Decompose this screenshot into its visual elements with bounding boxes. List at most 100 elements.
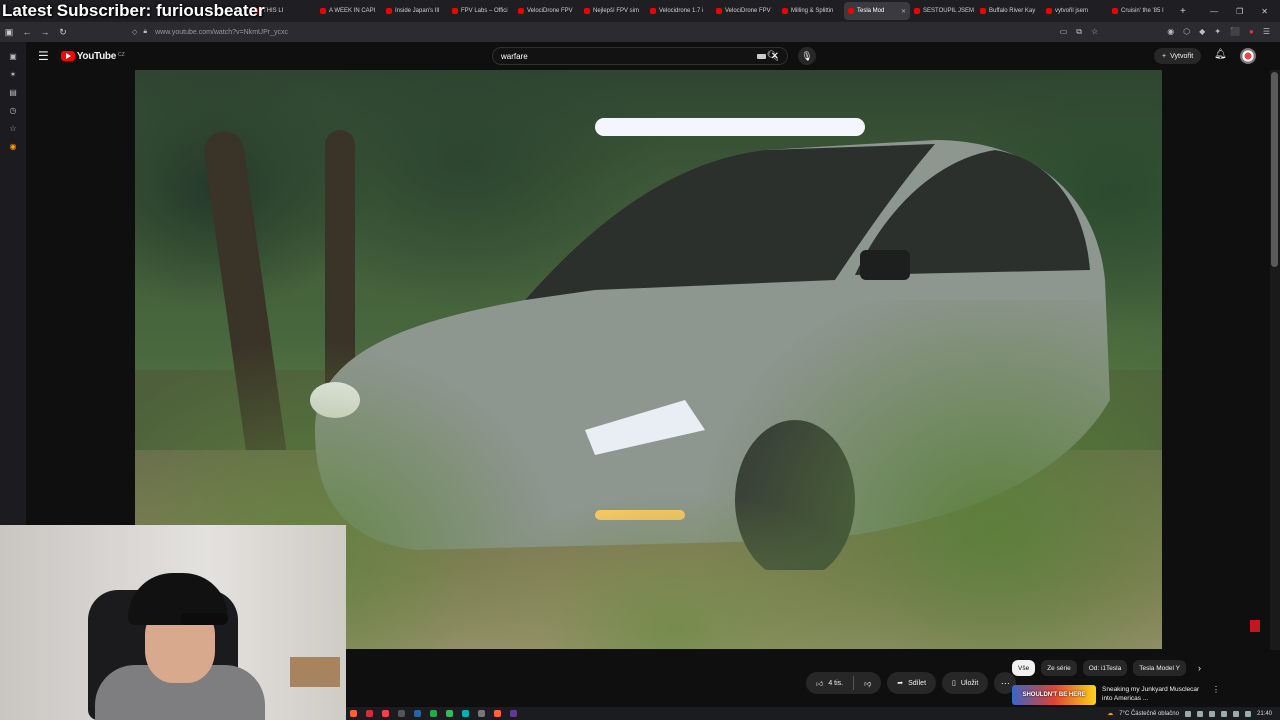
chip-topic[interactable]: Tesla Model Y (1133, 660, 1186, 676)
install-icon[interactable]: ▭ (1060, 27, 1068, 37)
like-count: 4 tis. (828, 679, 844, 687)
extension-icon-b[interactable]: ✦ (1214, 27, 1221, 37)
url-field[interactable]: www.youtube.com/watch?v=NkmUPr_ycxc (155, 29, 288, 36)
avatar[interactable] (1240, 48, 1256, 64)
browser-tab[interactable]: Tesla Mod ✕ (844, 2, 910, 20)
extension-icon-c[interactable]: ⬛ (1230, 27, 1240, 37)
clock[interactable]: 21:40 (1257, 711, 1272, 717)
browser-tab[interactable]: Milling & Splittin (778, 2, 844, 20)
browser-tab[interactable]: Nejlepší FPV sim (580, 2, 646, 20)
screenshot-icon[interactable]: ⧉ (1076, 27, 1082, 37)
reading-list-icon[interactable]: ▤ (9, 88, 17, 97)
video-actions: 👍︎ 4 tis. 👎︎ ➦ Sdílet ▯ Uložit ⋯ (806, 671, 1017, 695)
app-icon[interactable] (478, 710, 485, 717)
browser-tab[interactable]: FPV Labs – Offici (448, 2, 514, 20)
tab-favicon-icon (584, 8, 590, 14)
new-tab-button[interactable]: + (1180, 6, 1186, 17)
notifications-bell-icon[interactable]: 🔔︎ (1214, 49, 1227, 60)
search-icon[interactable]: 🔍︎ (764, 47, 782, 65)
tray-icon[interactable] (1184, 710, 1191, 717)
back-icon[interactable]: ← (18, 27, 36, 37)
browser-tab[interactable]: SESTOUPIL JSEM (910, 2, 976, 20)
recording-indicator (1250, 620, 1260, 632)
like-dislike-group: 👍︎ 4 tis. 👎︎ (806, 672, 882, 694)
search-input[interactable]: warfare ✕ (492, 47, 788, 65)
shield-icon[interactable]: ◇ (132, 28, 137, 36)
app-icon[interactable] (414, 710, 421, 717)
recommended-video[interactable]: SHOULDN'T BE HERE Sneaking my Junkyard M… (1012, 685, 1220, 705)
tab-favicon-icon (452, 8, 458, 14)
dislike-button[interactable]: 👎︎ (854, 679, 881, 688)
extension-icon-d[interactable]: ● (1249, 27, 1254, 37)
ai-icon[interactable]: ✶ (10, 70, 17, 79)
microphone-icon[interactable]: 🎙︎ (798, 47, 816, 65)
youtube-header: ☰ YouTube CZ warfare ✕ 🔍︎ 🎙︎ + Vytvořit … (26, 42, 1280, 70)
tray-icon[interactable] (1244, 710, 1251, 717)
menu-icon[interactable]: ☰ (1263, 27, 1270, 37)
restore-icon[interactable]: ❐ (1236, 7, 1243, 16)
chevron-right-icon[interactable]: › (1198, 663, 1201, 673)
app-icon[interactable] (398, 710, 405, 717)
browser-tab[interactable]: VelociDrone FPV (712, 2, 778, 20)
scrollbar-thumb[interactable] (1271, 72, 1278, 267)
browser-tab[interactable]: Inside Japan's Ill (382, 2, 448, 20)
browser-tab[interactable]: Cruisin' the '85 I (1108, 2, 1174, 20)
save-button[interactable]: ▯ Uložit (942, 672, 989, 694)
forward-icon[interactable]: → (36, 27, 54, 37)
plus-icon: + (1162, 52, 1167, 60)
hamburger-menu-icon[interactable]: ☰ (38, 49, 49, 63)
tab-favicon-icon (320, 8, 326, 14)
side-panel-icon[interactable]: ▣ (9, 52, 17, 61)
chip-series[interactable]: Ze série (1041, 660, 1077, 676)
favorites-icon[interactable]: ☆ (9, 124, 16, 133)
browser-tab[interactable]: Velocidrone 1.7 i (646, 2, 712, 20)
sidebar-toggle-icon[interactable]: ▣ (0, 27, 18, 38)
youtube-logo[interactable]: YouTube CZ (60, 51, 125, 62)
minimize-icon[interactable]: — (1210, 7, 1218, 16)
create-button[interactable]: + Vytvořit (1154, 48, 1202, 64)
tab-label: Buffalo River Kay (989, 8, 1036, 14)
tab-label: A WEEK IN CAPI (329, 8, 376, 14)
history-icon[interactable]: ◷ (10, 106, 17, 115)
app-icon[interactable] (462, 710, 469, 717)
browser-tab[interactable]: A WEEK IN CAPI (316, 2, 382, 20)
share-button[interactable]: ➦ Sdílet (887, 672, 937, 694)
app-icon[interactable] (446, 710, 453, 717)
app-icon[interactable] (382, 710, 389, 717)
close-tab-icon[interactable]: ✕ (901, 8, 906, 15)
like-button[interactable]: 👍︎ 4 tis. (806, 679, 853, 688)
chip-all[interactable]: Vše (1012, 660, 1036, 676)
video-thumbnail[interactable]: SHOULDN'T BE HERE (1012, 685, 1096, 705)
weather-text[interactable]: 7°C Částečně oblačno (1119, 711, 1179, 717)
tray-icon[interactable] (1232, 710, 1239, 717)
tab-label: VelociDrone FPV (527, 8, 573, 14)
tab-label: vytvořil jsem (1055, 8, 1089, 14)
weather-icon[interactable]: ☁ (1107, 710, 1113, 717)
wallet-icon[interactable]: ◉ (10, 142, 17, 151)
tab-label: Nejlepší FPV sim (593, 8, 640, 14)
recommended-video-title[interactable]: Sneaking my Junkyard Musclecar into Amer… (1102, 685, 1202, 705)
app-icon[interactable] (494, 710, 501, 717)
reload-icon[interactable]: ↻ (54, 27, 72, 38)
tray-icon[interactable] (1196, 710, 1203, 717)
extensions-icon[interactable]: ⬡ (1183, 27, 1190, 37)
tab-favicon-icon (1046, 8, 1052, 14)
chip-channel[interactable]: Od: i1Tesla (1082, 660, 1128, 676)
close-window-icon[interactable]: ✕ (1261, 7, 1268, 16)
browser-tab[interactable]: Buffalo River Kay (976, 2, 1042, 20)
bookmark-icon[interactable]: ☆ (1091, 27, 1098, 37)
app-icon[interactable] (350, 710, 357, 717)
browser-tab[interactable]: VelociDrone FPV (514, 2, 580, 20)
tray-icon[interactable] (1220, 710, 1227, 717)
tray-icon[interactable] (1208, 710, 1215, 717)
profile-icon[interactable]: ◉ (1167, 27, 1174, 37)
app-icon[interactable] (366, 710, 373, 717)
app-icon[interactable] (510, 710, 517, 717)
create-label: Vytvořit (1170, 52, 1194, 60)
video-menu-icon[interactable]: ⋮ (1212, 685, 1220, 705)
tab-label: FPV Labs – Offici (461, 8, 508, 14)
app-icon[interactable] (430, 710, 437, 717)
tab-favicon-icon (914, 8, 920, 14)
browser-tab[interactable]: vytvořil jsem (1042, 2, 1108, 20)
extension-icon-a[interactable]: ◆ (1199, 27, 1205, 37)
